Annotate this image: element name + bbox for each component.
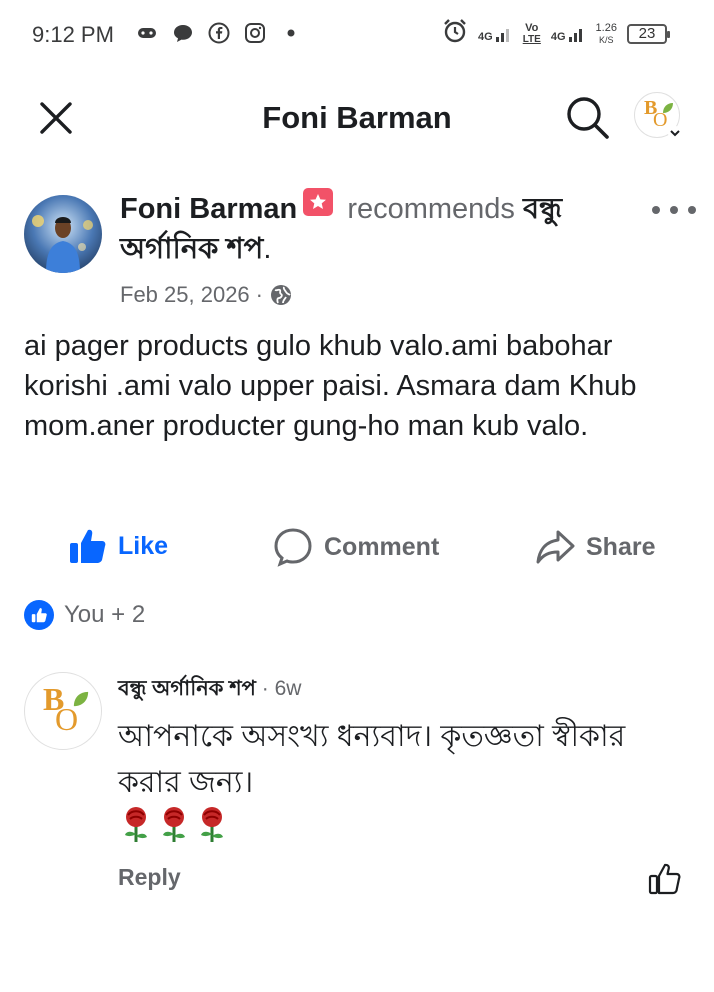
- comment-author-link[interactable]: বন্ধু অর্গানিক শপ: [118, 677, 256, 700]
- signal-1: 4G: [478, 25, 513, 43]
- signal-icon: [568, 28, 582, 42]
- notification-icons: [136, 22, 302, 44]
- post-text: ai pager products gulo khub valo.ami bab…: [24, 330, 637, 442]
- like-reaction-icon: [24, 600, 54, 630]
- reactions-summary[interactable]: You + 2: [24, 600, 145, 630]
- share-label: Share: [586, 532, 656, 561]
- instagram-icon: [244, 22, 266, 44]
- alarm-icon: [442, 18, 468, 49]
- share-icon: [536, 530, 575, 564]
- more-options-button[interactable]: [652, 196, 696, 224]
- thumbs-up-outline-icon: [648, 863, 681, 895]
- reaction-count-text: You + 2: [64, 601, 146, 628]
- page-logo-icon: B O: [24, 672, 102, 750]
- top-header: Foni Barman B O: [0, 80, 714, 156]
- post-actions: Like Comment Share: [0, 520, 714, 574]
- signal-icon: [495, 28, 509, 42]
- volte-indicator: Vo LTE: [522, 21, 541, 45]
- search-icon: [567, 97, 609, 139]
- chat-bubble-icon: [172, 22, 194, 44]
- comment-emoji-row: [118, 806, 230, 844]
- comment-like-button[interactable]: [648, 862, 682, 896]
- comment-timestamp: · 6w: [255, 677, 302, 700]
- battery-level: 23: [638, 25, 656, 42]
- more-dots-icon: [652, 206, 660, 214]
- share-button[interactable]: Share: [534, 526, 655, 568]
- battery-icon: 23: [626, 23, 670, 44]
- like-button[interactable]: Like: [68, 526, 168, 566]
- commenter-avatar[interactable]: B O: [24, 672, 102, 750]
- globe-icon: [271, 285, 291, 305]
- search-button[interactable]: [562, 92, 612, 142]
- recommendation-icon: [303, 188, 334, 216]
- post-headline: Foni Barman recommends বন্ধু অর্গানিক শপ…: [120, 188, 640, 269]
- like-label: Like: [118, 531, 169, 560]
- headline-period: .: [263, 233, 272, 265]
- system-icons: 4G Vo LTE 4G 1.26 K/S 23: [442, 18, 670, 49]
- author-name-link[interactable]: Foni Barman: [120, 193, 297, 225]
- signal-2: 4G: [551, 25, 586, 43]
- post-date[interactable]: Feb 25, 2026: [120, 282, 250, 308]
- network-speed: 1.26 K/S: [595, 21, 617, 45]
- comment-label: Comment: [324, 532, 440, 561]
- post-meta: Feb 25, 2026 ·: [120, 282, 293, 308]
- reply-button[interactable]: Reply: [118, 864, 181, 891]
- rose-icon: [125, 807, 147, 842]
- status-time: 9:12 PM: [32, 22, 114, 47]
- recommends-text: recommends: [347, 193, 515, 225]
- profile-switcher-button[interactable]: B O: [634, 92, 684, 142]
- comment-text: আপনাকে অসংখ্য ধন্যবাদ। কৃতজ্ঞতা স্বীকার …: [118, 720, 626, 799]
- chevron-down-icon: [668, 126, 682, 140]
- author-avatar[interactable]: [24, 195, 102, 273]
- comment-header: বন্ধু অর্গানিক শপ · 6w: [118, 674, 301, 704]
- game-controller-icon: [136, 22, 158, 44]
- facebook-icon: [208, 22, 230, 44]
- status-bar: 9:12 PM 4G Vo LTE 4G 1.26 K/S 23: [0, 0, 714, 70]
- thumbs-up-filled-icon: [70, 529, 106, 563]
- meta-separator: ·: [255, 282, 263, 307]
- rose-icon: [201, 807, 223, 842]
- comment-icon: [274, 528, 312, 567]
- dot-icon: [280, 22, 302, 44]
- rose-icon: [163, 807, 185, 842]
- comment-button[interactable]: Comment: [272, 526, 439, 568]
